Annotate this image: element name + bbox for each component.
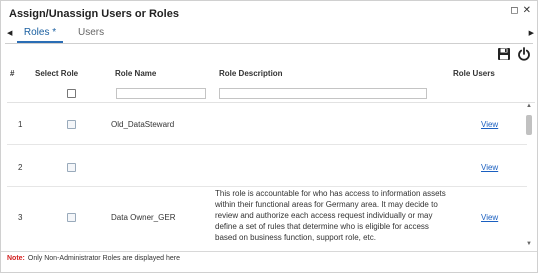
role-name: Old_DataSteward [111, 120, 175, 129]
header-role-name: Role Name [115, 69, 157, 78]
dialog-title: Assign/Unassign Users or Roles [9, 8, 179, 20]
note-label: Note: [7, 255, 25, 262]
role-name-filter-input[interactable] [116, 88, 206, 99]
table-row[interactable]: 1 Old_DataSteward View [7, 103, 527, 145]
tab-divider [5, 43, 533, 44]
tab-users[interactable]: Users [78, 27, 104, 43]
select-all-checkbox[interactable] [67, 89, 76, 98]
scrollbar-thumb[interactable] [526, 115, 532, 135]
save-icon[interactable] [497, 47, 511, 61]
table-scrollbar[interactable]: ▲ ▼ [525, 103, 533, 249]
close-icon[interactable]: ✕ [523, 5, 531, 16]
table-header: # Select Role Role Name Role Description… [7, 67, 535, 81]
header-number: # [10, 69, 15, 78]
tab-scroll-left-icon[interactable]: ◀ [7, 29, 12, 37]
role-description-filter-input[interactable] [219, 88, 427, 99]
scroll-down-icon[interactable]: ▼ [525, 241, 533, 249]
scroll-up-icon[interactable]: ▲ [525, 103, 533, 111]
view-users-link[interactable]: View [481, 163, 498, 172]
toolbar [497, 47, 531, 61]
row-number: 2 [18, 163, 23, 172]
row-select-checkbox[interactable] [67, 163, 76, 172]
row-number: 3 [18, 213, 23, 222]
view-users-link[interactable]: View [481, 120, 498, 129]
table-row[interactable]: 3 Data Owner_GER This role is accountabl… [7, 187, 527, 249]
note-text: Only Non-Administrator Roles are display… [27, 255, 181, 262]
role-name: Data Owner_GER [111, 213, 176, 222]
table-row[interactable]: 2 View [7, 145, 527, 187]
tab-bar: ◀ Roles * Users ▶ [1, 25, 538, 43]
header-role-users: Role Users [453, 69, 495, 78]
view-users-link[interactable]: View [481, 213, 498, 222]
power-icon[interactable] [517, 47, 531, 61]
header-role-description: Role Description [219, 69, 283, 78]
role-description: This role is accountable for who has acc… [215, 189, 446, 242]
tab-roles[interactable]: Roles * [17, 27, 63, 43]
row-select-checkbox[interactable] [67, 213, 76, 222]
header-select-role: Select Role [35, 69, 79, 78]
footer-note: Note: Only Non-Administrator Roles are di… [1, 251, 537, 265]
row-select-checkbox[interactable] [67, 120, 76, 129]
row-number: 1 [18, 120, 23, 129]
table-body: 1 Old_DataSteward View 2 View 3 Data Own… [7, 103, 527, 249]
filter-row [7, 85, 535, 103]
tab-scroll-right-icon[interactable]: ▶ [529, 29, 534, 37]
assign-roles-dialog: Assign/Unassign Users or Roles ◻ ✕ ◀ Rol… [0, 0, 538, 273]
window-controls: ◻ ✕ [510, 5, 531, 16]
restore-icon[interactable]: ◻ [510, 5, 518, 16]
